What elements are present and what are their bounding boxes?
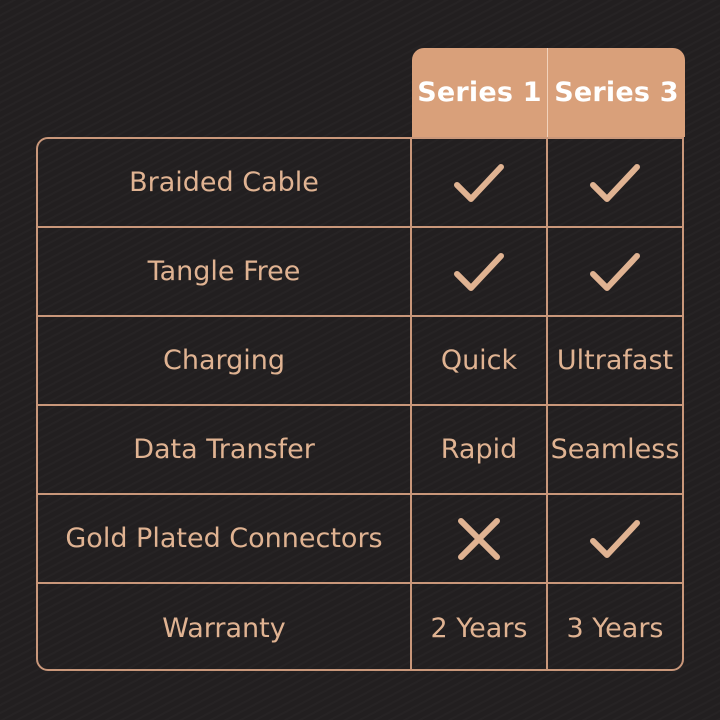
comparison-table: Series 1 Series 3 Braided Cable Tangle F…: [0, 0, 720, 720]
row-label: Gold Plated Connectors: [38, 495, 412, 582]
table-row: Data Transfer Rapid Seamless: [38, 406, 682, 495]
table-row: Gold Plated Connectors: [38, 495, 682, 584]
header-series-3: Series 3: [548, 48, 685, 137]
series-1-value: 2 Years: [412, 584, 548, 669]
header-series-3-label: Series 3: [554, 77, 679, 108]
check-icon: [412, 139, 548, 226]
row-label: Charging: [38, 317, 412, 404]
series-3-value: Seamless: [550, 434, 680, 465]
check-icon: [548, 228, 682, 315]
table-row: Warranty 2 Years 3 Years: [38, 584, 682, 669]
check-icon: [548, 495, 682, 582]
row-label: Warranty: [38, 584, 412, 669]
header-series-1: Series 1: [412, 48, 547, 137]
check-icon: [548, 139, 682, 226]
table-body: Braided Cable Tangle Free Charging Quick…: [36, 137, 684, 671]
row-label: Braided Cable: [38, 139, 412, 226]
check-icon: [412, 228, 548, 315]
series-1-value: Rapid: [412, 406, 548, 493]
series-3-value: 3 Years: [566, 613, 664, 644]
header-series-1-label: Series 1: [417, 77, 542, 108]
header-divider: [547, 48, 548, 137]
series-3-value: Ultrafast: [556, 345, 674, 376]
table-row: Tangle Free: [38, 228, 682, 317]
table-row: Braided Cable: [38, 139, 682, 228]
row-label: Tangle Free: [38, 228, 412, 315]
table-row: Charging Quick Ultrafast: [38, 317, 682, 406]
cross-icon: [412, 495, 548, 582]
series-1-value: Quick: [412, 317, 548, 404]
row-label: Data Transfer: [38, 406, 412, 493]
